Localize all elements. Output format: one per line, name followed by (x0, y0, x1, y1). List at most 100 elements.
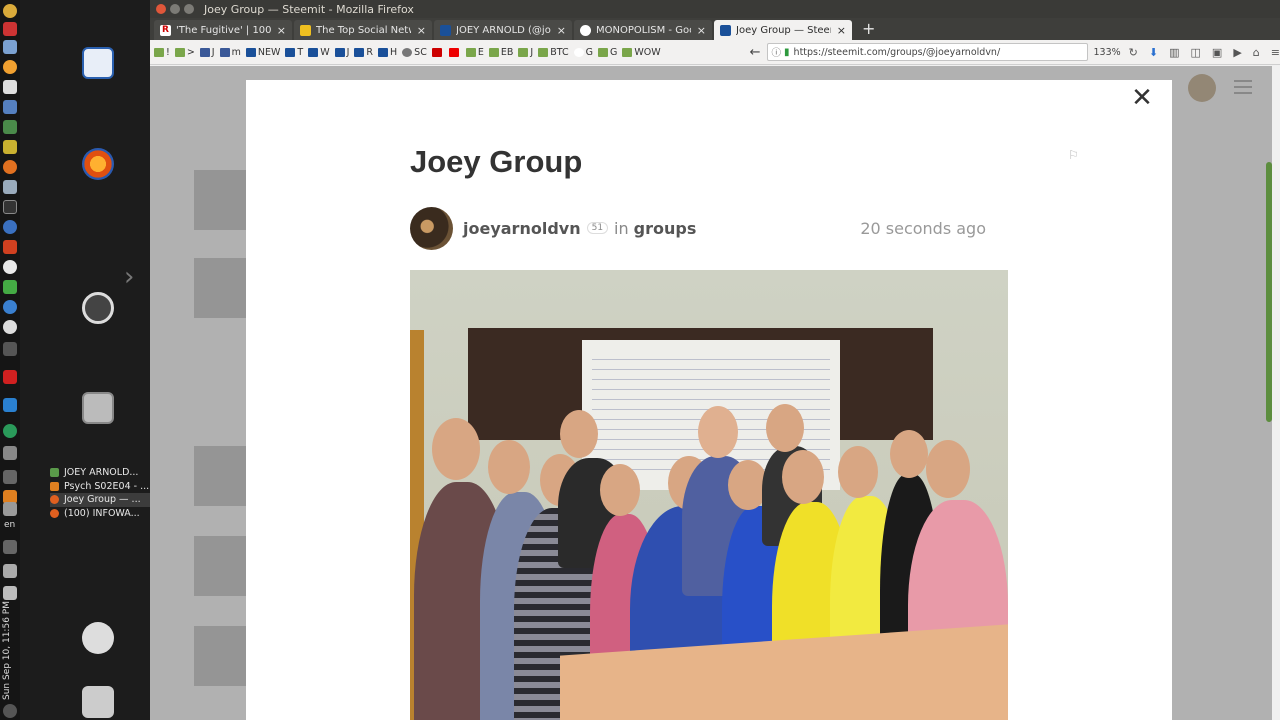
reload-icon[interactable]: ↻ (1129, 46, 1138, 59)
app-icon[interactable] (3, 220, 17, 234)
volume-icon[interactable] (3, 564, 17, 578)
monitor-icon[interactable] (3, 342, 17, 356)
info-icon[interactable]: ⓘ (772, 45, 782, 59)
webcam-icon[interactable] (3, 320, 17, 334)
ubuntu-menu-icon[interactable] (3, 4, 17, 18)
bookmark[interactable]: EB (488, 47, 513, 58)
text-editor-icon[interactable] (3, 80, 17, 94)
wifi-icon[interactable] (3, 502, 17, 516)
window-maximize-button[interactable] (184, 4, 194, 14)
bookmark[interactable]: G (573, 47, 593, 58)
app-icon[interactable] (3, 300, 17, 314)
firefox-dock-icon[interactable] (82, 148, 114, 180)
window-minimize-button[interactable] (170, 4, 180, 14)
app-icon[interactable] (3, 22, 17, 36)
tab[interactable]: JOEY ARNOLD (@joey × (434, 20, 572, 40)
bookmark[interactable]: ! (154, 47, 170, 58)
url-bar[interactable]: ⓘ ▮ https://steemit.com/groups/@joeyarno… (766, 43, 1088, 61)
bookmark-label: G (609, 46, 618, 58)
terminal-icon[interactable] (3, 200, 17, 214)
trash-icon[interactable] (82, 686, 114, 718)
bookmark[interactable]: H (378, 47, 397, 58)
app-icon[interactable] (3, 398, 17, 412)
bookmark[interactable]: E (465, 47, 484, 58)
bookmark[interactable]: J (518, 47, 533, 58)
bookmark[interactable] (448, 47, 461, 57)
close-tab-icon[interactable]: × (557, 24, 566, 37)
bitcoin-icon[interactable] (3, 60, 17, 74)
app-icon[interactable] (3, 280, 17, 294)
bookmark[interactable] (431, 47, 444, 57)
tab[interactable]: The Top Social Networ × (294, 20, 432, 40)
author-avatar[interactable] (410, 206, 453, 250)
spreadsheet-icon[interactable] (3, 120, 17, 134)
bookmark[interactable]: T (285, 47, 303, 58)
screenshot-icon[interactable]: ▣ (1212, 46, 1222, 59)
app-icon[interactable] (3, 446, 17, 460)
bookmark[interactable]: W (308, 47, 330, 58)
bookmarks-toolbar: ! > J m NEW T W J R H SC E EB J BTC G G … (150, 47, 746, 58)
mute-icon[interactable] (3, 540, 17, 554)
bookmark-label: R (366, 46, 374, 58)
pocket-icon[interactable]: ◫ (1191, 46, 1201, 59)
bookmark[interactable]: BTC (538, 47, 569, 58)
category-link[interactable]: groups (634, 219, 697, 238)
app-icon[interactable] (3, 180, 17, 194)
url-text[interactable]: https://steemit.com/groups/@joeyarnoldvn… (794, 47, 1083, 58)
bookmark[interactable]: G (597, 46, 618, 58)
download-arrow-icon[interactable]: ⬇ (1149, 46, 1158, 59)
close-tab-icon[interactable]: × (697, 24, 706, 37)
file-archive-icon[interactable] (82, 392, 114, 424)
task-item[interactable]: (100) INFOWA... (50, 507, 150, 521)
youtube-addon-icon[interactable]: ▶ (1233, 46, 1241, 59)
power-icon[interactable] (3, 704, 17, 718)
close-tab-icon[interactable]: × (277, 24, 286, 37)
firefox-icon[interactable] (3, 160, 17, 174)
close-tab-icon[interactable]: × (417, 24, 426, 37)
bookmark[interactable]: SC (402, 47, 427, 58)
author-link[interactable]: joeyarnoldvn (463, 219, 581, 238)
tab-active[interactable]: Joey Group — Steemit × (714, 20, 852, 40)
bookmark[interactable]: > (174, 47, 195, 58)
flag-icon[interactable]: ⚐ (1068, 148, 1079, 162)
writer-document-icon[interactable] (82, 47, 114, 79)
keyboard-language-indicator[interactable]: en (4, 520, 15, 530)
window-close-button[interactable] (156, 4, 166, 14)
task-item[interactable]: Joey Group — ... (50, 493, 150, 507)
close-icon[interactable]: ✕ (1128, 84, 1156, 112)
back-arrow-icon[interactable]: ← (750, 45, 761, 60)
user-switch-icon[interactable] (82, 622, 114, 654)
task-item[interactable]: JOEY ARNOLD... (50, 466, 150, 480)
bluetooth-icon[interactable] (3, 470, 17, 484)
bookmark[interactable]: R (354, 47, 373, 58)
bookmark[interactable]: NEW (245, 47, 280, 58)
clock[interactable]: Sun Sep 10, 11:56 PM (2, 600, 18, 700)
app-icon[interactable] (3, 100, 17, 114)
app-icon[interactable] (3, 40, 17, 54)
zoom-level[interactable]: 133% (1094, 47, 1121, 58)
youtube-icon (448, 47, 459, 57)
tab[interactable]: R 'The Fugitive' | 100 Gre × (154, 20, 292, 40)
task-item[interactable]: Psych S02E04 - ... (50, 480, 150, 494)
filezilla-icon[interactable] (3, 370, 17, 384)
chevron-right-icon[interactable]: › (124, 262, 134, 292)
home-icon[interactable]: ⌂ (1253, 46, 1260, 59)
bookmark[interactable]: WOW (622, 47, 661, 58)
bookmark[interactable]: J (334, 47, 349, 58)
battery-icon[interactable] (3, 586, 17, 600)
close-tab-icon[interactable]: × (837, 24, 846, 37)
ubuntu-software-icon[interactable] (82, 292, 114, 324)
library-icon[interactable]: ▥ (1169, 46, 1179, 59)
bookmark[interactable]: m (219, 47, 241, 58)
padlock-icon[interactable]: ▮ (784, 47, 790, 58)
telegram-icon[interactable] (3, 424, 17, 438)
hamburger-menu-icon[interactable]: ≡ (1271, 46, 1280, 59)
new-tab-button[interactable]: + (854, 20, 883, 40)
post-timestamp[interactable]: 20 seconds ago (860, 219, 986, 238)
scrollbar[interactable] (1266, 162, 1272, 422)
app-icon[interactable] (3, 140, 17, 154)
app-icon[interactable] (3, 240, 17, 254)
chrome-icon[interactable] (3, 260, 17, 274)
tab[interactable]: MONOPOLISM - Goog × (574, 20, 712, 40)
bookmark[interactable]: J (199, 47, 215, 58)
